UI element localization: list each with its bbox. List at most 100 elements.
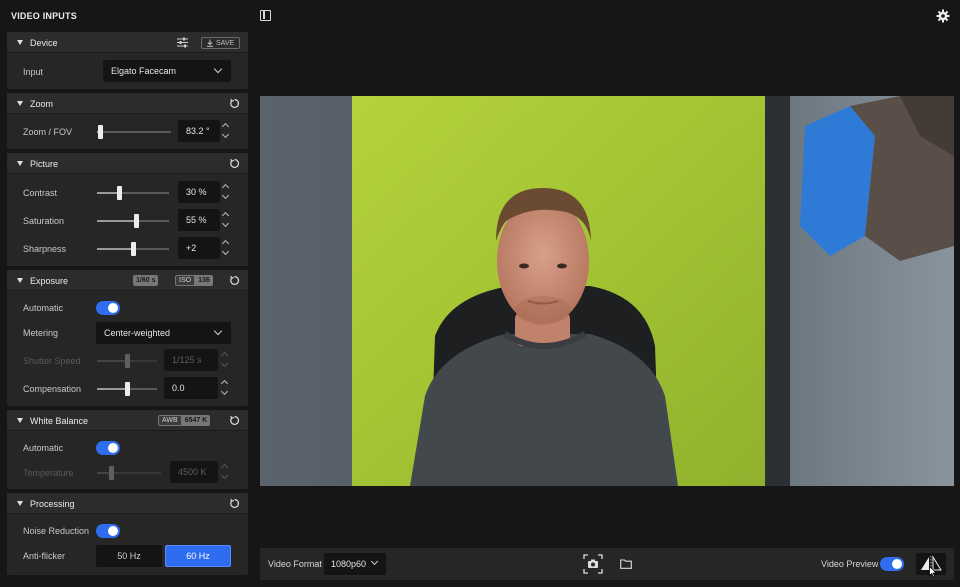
camera-icon[interactable] xyxy=(583,554,603,574)
metering-dropdown[interactable]: Center-weighted xyxy=(96,322,231,344)
stepper-down-icon[interactable] xyxy=(221,130,230,139)
chevron-down-icon xyxy=(213,64,223,74)
reset-icon[interactable] xyxy=(229,275,240,286)
metering-label: Metering xyxy=(23,328,59,338)
zoom-fov-slider[interactable] xyxy=(97,125,171,139)
reset-icon[interactable] xyxy=(229,415,240,426)
noise-reduction-label: Noise Reduction xyxy=(23,526,90,536)
shutter-badge-value: 1/60 s xyxy=(133,275,159,286)
stepper-down-icon[interactable] xyxy=(221,219,230,228)
compensation-slider[interactable] xyxy=(97,382,157,396)
anti-flicker-label: Anti-flicker xyxy=(23,551,66,561)
compensation-stepper[interactable] xyxy=(218,377,232,399)
anti-flicker-50hz-label: 50 Hz xyxy=(117,551,141,561)
sidebar-toggle-icon[interactable] xyxy=(260,10,271,21)
video-format-value: 1080p60 xyxy=(331,559,367,569)
saturation-label: Saturation xyxy=(23,216,65,226)
white-balance-section-header[interactable]: White Balance AWB 6547 K xyxy=(7,410,248,431)
stepper-up-icon[interactable] xyxy=(221,239,230,248)
video-preview-toggle[interactable] xyxy=(880,557,904,571)
shutter-speed-value-field: 1/125 s xyxy=(164,349,218,371)
reset-icon[interactable] xyxy=(229,498,240,509)
reset-icon[interactable] xyxy=(229,98,240,109)
device-section-header[interactable]: Device SAVE xyxy=(7,32,248,53)
collapse-triangle-icon xyxy=(17,418,23,423)
slider-thumb xyxy=(125,354,130,368)
save-button[interactable]: SAVE xyxy=(201,37,240,49)
anti-flicker-50hz-button[interactable]: 50 Hz xyxy=(96,545,162,567)
contrast-slider[interactable] xyxy=(97,186,169,200)
toggle-knob xyxy=(108,303,118,313)
sharpness-value-field[interactable]: +2 xyxy=(178,237,220,259)
zoom-fov-value: 83.2 ° xyxy=(186,126,210,136)
iso-badge-value: 136 xyxy=(195,275,213,286)
zoom-section-header[interactable]: Zoom xyxy=(7,93,248,114)
awb-badge: AWB 6547 K xyxy=(158,415,211,426)
slider-thumb[interactable] xyxy=(125,382,130,396)
stepper-up-icon[interactable] xyxy=(220,379,229,388)
slider-fill xyxy=(97,472,109,474)
zoom-section-title: Zoom xyxy=(30,99,54,109)
contrast-stepper[interactable] xyxy=(219,181,233,203)
slider-thumb[interactable] xyxy=(134,214,139,228)
zoom-fov-value-field[interactable]: 83.2 ° xyxy=(178,120,220,142)
shutter-speed-slider xyxy=(97,354,157,368)
saturation-slider[interactable] xyxy=(97,214,169,228)
stepper-up-icon[interactable] xyxy=(221,211,230,220)
folder-icon[interactable] xyxy=(620,559,632,569)
noise-reduction-toggle[interactable] xyxy=(96,524,120,538)
anti-flicker-60hz-label: 60 Hz xyxy=(186,551,210,561)
stepper-down-icon[interactable] xyxy=(220,387,229,396)
temperature-slider xyxy=(97,466,161,480)
input-dropdown[interactable]: Elgato Facecam xyxy=(103,60,231,82)
zoom-fov-stepper[interactable] xyxy=(219,120,233,142)
wb-automatic-toggle[interactable] xyxy=(96,441,120,455)
saturation-stepper[interactable] xyxy=(219,209,233,231)
contrast-value: 30 % xyxy=(186,187,207,197)
chevron-down-icon xyxy=(213,326,223,336)
video-format-dropdown[interactable]: 1080p60 xyxy=(324,553,386,575)
reset-icon[interactable] xyxy=(229,158,240,169)
sharpness-value: +2 xyxy=(186,243,197,253)
stepper-up-icon[interactable] xyxy=(221,183,230,192)
sliders-icon[interactable] xyxy=(177,37,188,48)
compensation-value-field[interactable]: 0.0 xyxy=(164,377,218,399)
input-label: Input xyxy=(23,67,44,77)
processing-section: Processing Noise Reduction Anti-flicker … xyxy=(7,493,248,575)
temperature-value: 4500 K xyxy=(178,467,207,477)
saturation-value-field[interactable]: 55 % xyxy=(178,209,220,231)
camera-feed-image xyxy=(260,96,954,486)
compensation-value: 0.0 xyxy=(172,383,185,393)
exposure-section: Exposure 1/60 s ISO 136 Automatic Meteri… xyxy=(7,270,248,406)
collapse-triangle-icon xyxy=(17,161,23,166)
shutter-speed-stepper xyxy=(218,349,232,371)
collapse-triangle-icon xyxy=(17,40,23,45)
stepper-down-icon[interactable] xyxy=(221,247,230,256)
stepper-down-icon[interactable] xyxy=(221,191,230,200)
white-balance-section: White Balance AWB 6547 K Automatic Tempe… xyxy=(7,410,248,489)
slider-fill xyxy=(97,192,117,194)
stepper-down-icon xyxy=(220,471,229,480)
save-button-label: SAVE xyxy=(216,39,235,47)
slider-thumb[interactable] xyxy=(98,125,103,139)
contrast-value-field[interactable]: 30 % xyxy=(178,181,220,203)
video-inputs-panel: VIDEO INPUTS Device SAVE Input Elgato Fa… xyxy=(0,0,254,587)
anti-flicker-60hz-button[interactable]: 60 Hz xyxy=(165,545,231,567)
sharpness-slider[interactable] xyxy=(97,242,169,256)
video-preview-label: Video Preview xyxy=(821,559,879,569)
collapse-triangle-icon xyxy=(17,278,23,283)
iso-badge-label: ISO xyxy=(175,275,196,286)
exposure-automatic-toggle[interactable] xyxy=(96,301,120,315)
gear-icon[interactable] xyxy=(936,9,950,23)
slider-thumb[interactable] xyxy=(117,186,122,200)
processing-section-title: Processing xyxy=(30,499,75,509)
picture-section-header[interactable]: Picture xyxy=(7,153,248,174)
stepper-up-icon[interactable] xyxy=(221,122,230,131)
exposure-section-header[interactable]: Exposure 1/60 s ISO 136 xyxy=(7,270,248,291)
device-section-title: Device xyxy=(30,38,58,48)
processing-section-header[interactable]: Processing xyxy=(7,493,248,514)
chevron-down-icon xyxy=(370,557,379,566)
sharpness-stepper[interactable] xyxy=(219,237,233,259)
slider-thumb[interactable] xyxy=(131,242,136,256)
temperature-stepper xyxy=(218,461,232,483)
